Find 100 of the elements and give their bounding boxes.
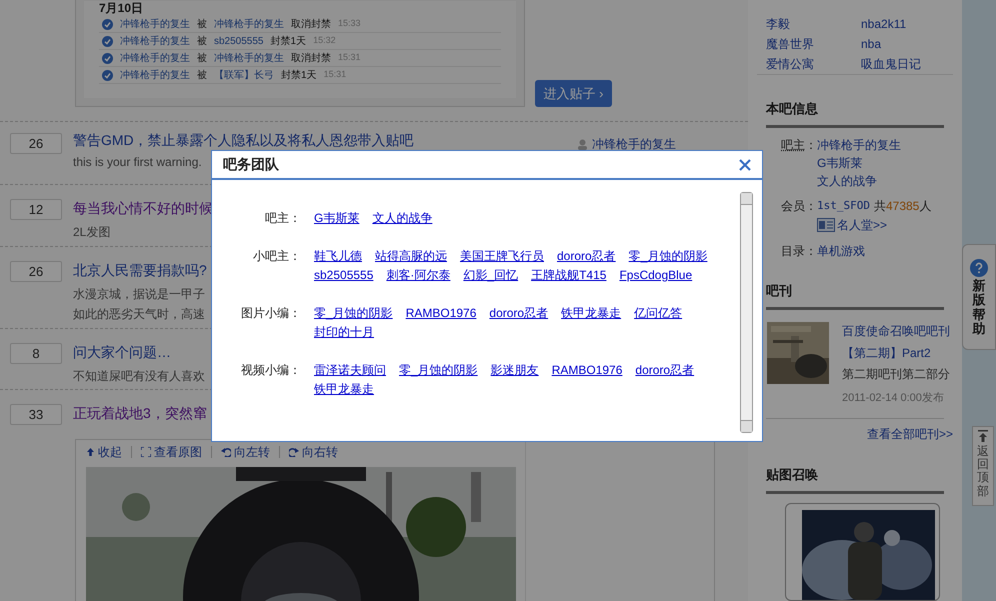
thread-title[interactable]: 警告GMD，禁止暴露个人隐私以及将私人恩怨带入贴吧 <box>73 133 414 147</box>
author-link[interactable]: 冲锋枪手的复生 <box>592 135 676 153</box>
field-label: 目录： <box>781 243 817 260</box>
section-title: 贴图召唤 <box>766 467 818 482</box>
user-link[interactable]: 冲锋枪手的复生 <box>214 16 284 32</box>
thread-title[interactable]: 问大家个问题… <box>73 343 171 361</box>
user-link[interactable]: 零_月蚀的阴影 <box>314 304 393 323</box>
user-link[interactable]: 幻影_回忆 <box>463 266 518 285</box>
user-link[interactable]: sb2505555 <box>214 34 264 48</box>
user-link[interactable]: 刺客·阿尔泰 <box>386 266 450 285</box>
up-arrow-icon <box>86 447 95 457</box>
log-text: 被 <box>197 68 207 82</box>
category-link[interactable]: 单机游戏 <box>817 242 865 260</box>
user-link[interactable]: G韦斯莱 <box>314 209 360 228</box>
enter-thread-button[interactable]: 进入贴子 › <box>535 80 612 107</box>
image-tool-link[interactable]: 向左转 <box>221 443 270 461</box>
user-link[interactable]: 冲锋枪手的复生 <box>120 50 190 66</box>
user-link[interactable]: 零_月蚀的阴影 <box>628 247 708 266</box>
user-link[interactable]: 亿问亿答 <box>634 304 682 323</box>
forum-link[interactable]: 李毅 <box>766 14 861 34</box>
help-tab[interactable]: 新版帮助 <box>962 244 996 350</box>
help-icon <box>970 259 988 277</box>
image-tool-link[interactable]: 收起 <box>86 443 122 461</box>
user-link[interactable]: 铁甲龙暴走 <box>561 304 622 323</box>
dialog-title: 吧务团队 <box>223 155 279 174</box>
user-icon <box>577 138 588 150</box>
back-to-top-label: 返回顶部 <box>977 445 989 498</box>
user-link[interactable]: 王牌战舰T415 <box>531 266 606 285</box>
user-link[interactable]: 零_月蚀的阴影 <box>399 361 478 380</box>
role-label: 视频小编： <box>240 362 301 379</box>
user-link[interactable]: 【联军】长弓 <box>214 68 274 82</box>
user-link[interactable]: 文人的战争 <box>372 209 432 228</box>
forum-link[interactable]: 魔兽世界 <box>766 34 861 54</box>
close-icon <box>739 158 751 170</box>
user-link[interactable]: 影迷朋友 <box>490 361 539 380</box>
check-icon <box>102 36 113 46</box>
rotate-right-icon <box>289 447 299 457</box>
date-heading: 7月10日 <box>99 1 144 16</box>
user-link[interactable]: dororo忍者 <box>557 247 616 266</box>
forum-link[interactable]: 吸血鬼日记 <box>861 54 944 74</box>
rotate-left-icon <box>221 447 231 457</box>
log-text: 取消封禁 <box>291 52 331 66</box>
log-text: 被 <box>197 18 207 32</box>
role-label: 吧主： <box>264 210 301 227</box>
forum-link[interactable]: 爱情公寓 <box>766 54 861 74</box>
hall-of-fame-link[interactable]: 名人堂>> <box>837 216 888 234</box>
user-link[interactable]: 封印的十月 <box>314 323 374 342</box>
user-link[interactable]: 文人的战争 <box>817 172 901 190</box>
magazine-title-link[interactable]: 百度使命召唤吧吧刊【第二期】Part2 <box>842 320 954 364</box>
user-link[interactable]: sb2505555 <box>314 266 374 285</box>
user-link[interactable]: 站得高脲的远 <box>375 247 447 266</box>
up-arrow-icon <box>978 430 988 442</box>
user-link[interactable]: 冲锋枪手的复生 <box>214 50 284 66</box>
user-link[interactable]: 美国王牌飞行员 <box>460 247 544 266</box>
user-link[interactable]: FpsCdogBlue <box>619 266 692 285</box>
forum-link[interactable]: nba <box>861 34 944 54</box>
user-link[interactable]: dororo忍者 <box>635 361 694 380</box>
all-magazines-link[interactable]: 查看全部吧刊>> <box>866 425 953 443</box>
user-link[interactable]: 雷泽诺夫顾问 <box>314 361 386 380</box>
forum-link[interactable]: nba2k11 <box>861 14 944 34</box>
user-link[interactable]: 1st_SFOD <box>817 197 870 215</box>
user-link[interactable]: 冲锋枪手的复生 <box>120 16 190 32</box>
reply-count: 12 <box>10 199 62 220</box>
user-link[interactable]: RAMBO1976 <box>552 361 622 380</box>
field-text: 人 <box>919 198 932 215</box>
thread-snippet: 水漫京城，据说是一甲子 如此的恶劣天气时，高速 <box>73 286 205 323</box>
log-text: 封禁1天 <box>281 68 317 82</box>
field-text: 共 <box>874 198 886 215</box>
user-link[interactable]: dororo忍者 <box>489 304 548 323</box>
user-link[interactable]: 冲锋枪手的复生 <box>120 34 190 48</box>
thread-snippet: 2L发图 <box>73 224 110 241</box>
check-icon <box>102 52 113 64</box>
role-label: 图片小编： <box>240 305 301 322</box>
thread-title[interactable]: 每当我心情不好的时候 <box>73 199 213 217</box>
image-tool-link[interactable]: 向右转 <box>289 443 338 461</box>
log-text: 被 <box>197 34 207 48</box>
log-text: 被 <box>197 52 207 66</box>
field-text: ： <box>805 137 817 154</box>
image-tool-link[interactable]: 查看原图 <box>141 443 202 461</box>
scrollbar[interactable] <box>740 192 753 433</box>
user-link[interactable]: 冲锋枪手的复生 <box>817 136 901 154</box>
user-link[interactable]: 鞋飞儿德 <box>314 247 362 266</box>
thread-title[interactable]: 正玩着战地3，突然窜 <box>73 404 207 422</box>
help-label: 新版帮助 <box>972 279 986 336</box>
check-icon <box>102 70 113 80</box>
user-link[interactable]: RAMBO1976 <box>406 304 476 323</box>
user-link[interactable]: 冲锋枪手的复生 <box>120 68 190 82</box>
thread-title[interactable]: 北京人民需要捐款吗? <box>73 261 207 279</box>
member-count: 47385 <box>886 198 920 215</box>
user-link[interactable]: 铁甲龙暴走 <box>314 380 374 399</box>
user-link[interactable]: G韦斯莱 <box>817 154 901 172</box>
owner-label: 吧主 <box>781 137 805 154</box>
back-to-top-button[interactable]: 返回顶部 <box>972 426 994 506</box>
id-card-icon <box>817 218 835 232</box>
expand-icon <box>141 447 151 457</box>
reply-count: 33 <box>10 404 62 425</box>
thread-snippet: this is your first warning. <box>73 154 202 171</box>
check-icon <box>102 18 113 30</box>
magazine-description: 第二期吧刊第二部分 <box>842 366 951 383</box>
reply-count: 26 <box>10 261 62 282</box>
